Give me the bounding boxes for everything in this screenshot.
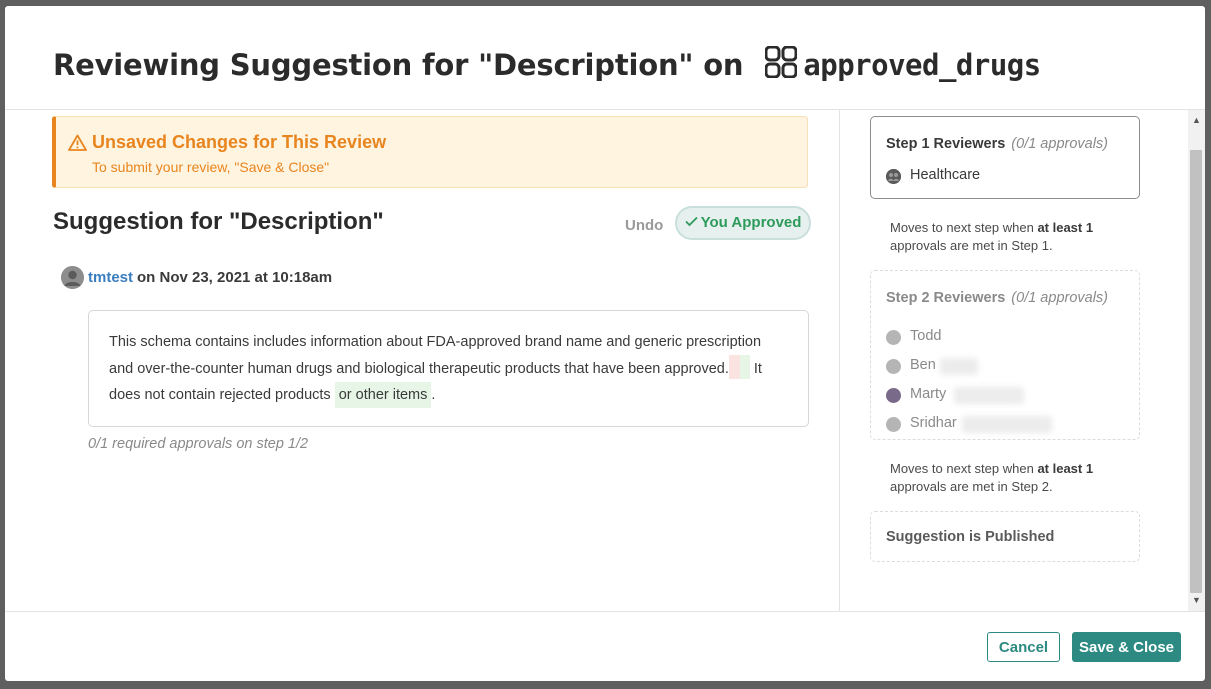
scroll-thumb[interactable] (1190, 150, 1202, 593)
diff-deletion (728, 355, 740, 379)
review-modal: Reviewing Suggestion for "Description" o… (5, 6, 1205, 681)
modal-footer: Cancel Save & Close (5, 611, 1205, 681)
column-divider (839, 110, 840, 611)
step-1-title: Step 1 Reviewers (0/1 approvals) (886, 136, 1108, 152)
scroll-down-arrow-icon[interactable]: ▼ (1188, 592, 1205, 609)
avatar (886, 417, 901, 432)
diff-text-unchanged: This schema contains includes informatio… (109, 334, 762, 377)
reviewer-name: Todd (910, 328, 942, 344)
step-2-note: Moves to next step when at least 1 appro… (890, 460, 1130, 496)
unsaved-changes-alert: Unsaved Changes for This Review To submi… (52, 116, 808, 188)
checkmark-icon (684, 208, 698, 238)
step-1-note-prefix: Moves to next step when (890, 220, 1034, 235)
author-date: on Nov 23, 2021 at 10:18am (137, 269, 333, 286)
warning-icon (68, 134, 87, 156)
scrollbar[interactable]: ▲ ▼ (1188, 110, 1205, 611)
scroll-up-arrow-icon[interactable]: ▲ (1188, 112, 1205, 129)
modal-title: Reviewing Suggestion for "Description" o… (53, 45, 1041, 85)
alert-title: Unsaved Changes for This Review (92, 132, 387, 152)
save-close-button[interactable]: Save & Close (1072, 632, 1181, 662)
suggestion-title: Suggestion for "Description" (53, 208, 384, 235)
step-1-note-bold: at least 1 (1037, 220, 1094, 235)
reviewer-name: Healthcare (910, 167, 981, 183)
step-1-note-suffix: approvals are met in Step 1. (890, 238, 1053, 253)
diff-text-end: . (431, 387, 436, 403)
modal-title-text: Reviewing Suggestion for "Description" o… (53, 48, 744, 82)
step-1-card: Step 1 Reviewers (0/1 approvals) Healthca… (870, 116, 1140, 199)
published-title: Suggestion is Published (886, 529, 1055, 545)
step-2-approvals: (0/1 approvals) (1011, 290, 1109, 306)
step-2-card: Step 2 Reviewers (0/1 approvals) Todd Ben… (870, 270, 1140, 440)
avatar (886, 330, 901, 345)
diff-insertion-space (739, 355, 750, 379)
step-2-note-prefix: Moves to next step when (890, 461, 1034, 476)
redacted-surname (940, 358, 978, 375)
reviewer-name: Marty (910, 386, 947, 402)
step-2-title: Step 2 Reviewers (0/1 approvals) (886, 290, 1108, 306)
modal-header: Reviewing Suggestion for "Description" o… (5, 6, 1205, 110)
step-2-title-text: Step 2 Reviewers (886, 290, 1006, 306)
required-approvals: 0/1 required approvals on step 1/2 (88, 436, 309, 452)
diff-insertion-text: or other items (338, 387, 428, 403)
reviewer-name: Ben (910, 357, 936, 373)
alert-subtitle: To submit your review, "Save & Close" (92, 159, 330, 175)
cancel-button[interactable]: Cancel (987, 632, 1060, 662)
avatar (886, 359, 901, 374)
group-icon (886, 169, 901, 184)
you-approved-badge[interactable]: You Approved (675, 206, 811, 240)
redacted-surname (954, 387, 1024, 404)
avatar (61, 266, 84, 289)
step-2-note-suffix: approvals are met in Step 2. (890, 479, 1053, 494)
approved-label: You Approved (700, 214, 802, 231)
diff-insertion: or other items (334, 382, 432, 408)
published-card: Suggestion is Published (870, 511, 1140, 562)
step-1-approvals: (0/1 approvals) (1011, 136, 1109, 152)
avatar (886, 388, 901, 403)
step-1-title-text: Step 1 Reviewers (886, 136, 1006, 152)
undo-button[interactable]: Undo (625, 217, 663, 234)
redacted-surname (962, 416, 1052, 433)
table-icon (764, 45, 798, 85)
author-username[interactable]: tmtest (88, 269, 133, 286)
step-1-note: Moves to next step when at least 1 appro… (890, 219, 1130, 255)
table-name[interactable]: approved_drugs (803, 48, 1041, 82)
step-2-note-bold: at least 1 (1037, 461, 1094, 476)
reviewer-name: Sridhar (910, 415, 957, 431)
suggestion-diff: This schema contains includes informatio… (88, 310, 809, 427)
